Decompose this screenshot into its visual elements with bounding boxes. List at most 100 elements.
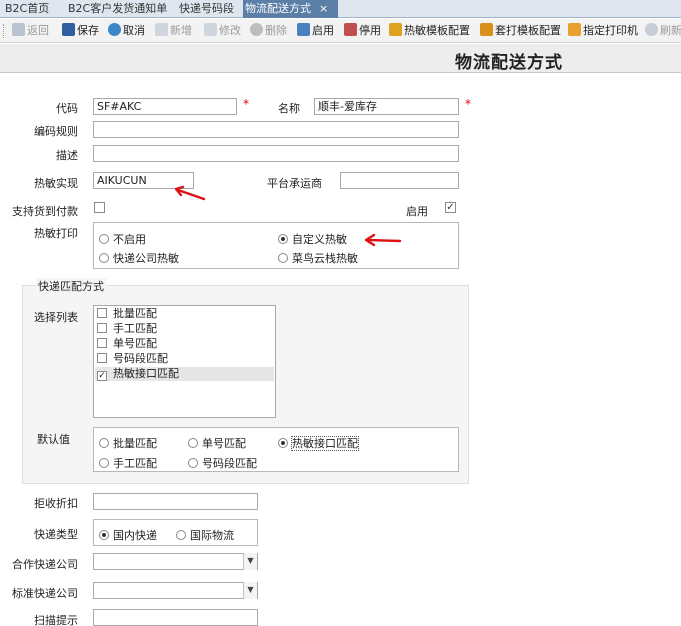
radio-thermal-disabled[interactable]: 不启用 xyxy=(99,231,146,247)
enable-button[interactable]: 启用 xyxy=(297,23,334,39)
radio-default-number-range[interactable]: 号码段匹配 xyxy=(188,455,257,471)
thermal-template-button[interactable]: 热敏模板配置 xyxy=(389,23,470,39)
add-button[interactable]: 新增 xyxy=(155,23,192,39)
thermal-print-label: 热敏打印 xyxy=(34,227,78,240)
save-icon xyxy=(62,23,75,36)
checkbox-icon[interactable] xyxy=(97,323,107,333)
radio-selected-icon xyxy=(278,234,288,244)
printer-icon xyxy=(568,23,581,36)
checkbox-checked-icon[interactable]: ✓ xyxy=(97,371,107,381)
name-label: 名称 xyxy=(278,102,300,115)
description-label: 描述 xyxy=(56,149,78,162)
list-item-single-number[interactable]: 单号匹配 xyxy=(95,337,274,351)
platform-carrier-input[interactable] xyxy=(340,172,459,189)
refresh-icon xyxy=(645,23,658,36)
express-type-group: 国内快递 国际物流 xyxy=(93,519,258,546)
select-list-label: 选择列表 xyxy=(34,311,78,324)
new-doc-icon xyxy=(155,23,168,36)
code-label: 代码 xyxy=(56,102,78,115)
radio-thermal-express[interactable]: 快递公司热敏 xyxy=(99,250,179,266)
checkbox-icon[interactable] xyxy=(97,353,107,363)
refresh-button[interactable]: 刷新 xyxy=(645,23,681,39)
express-type-label: 快递类型 xyxy=(34,528,78,541)
scan-hint-label: 扫描提示 xyxy=(34,614,78,626)
annotation-arrow xyxy=(364,233,402,247)
required-mark: * xyxy=(465,97,471,111)
annotation-arrow xyxy=(174,185,206,201)
coding-rule-label: 编码规则 xyxy=(34,125,78,138)
checkbox-icon[interactable] xyxy=(97,338,107,348)
standard-express-label: 标准快递公司 xyxy=(12,587,78,600)
list-item-thermal-interface[interactable]: ✓ 热敏接口匹配 xyxy=(95,367,274,381)
scan-hint-input[interactable] xyxy=(93,609,258,626)
radio-default-manual[interactable]: 手工匹配 xyxy=(99,455,157,471)
radio-icon xyxy=(99,253,109,263)
back-icon xyxy=(12,23,25,36)
description-input[interactable] xyxy=(93,145,459,162)
match-list[interactable]: 批量匹配 手工匹配 单号匹配 号码段匹配 ✓ 热敏接口匹配 xyxy=(93,305,276,418)
tab-label: 物流配送方式 xyxy=(245,2,311,15)
list-item-number-range[interactable]: 号码段匹配 xyxy=(95,352,274,366)
radio-thermal-custom[interactable]: 自定义热敏 xyxy=(278,231,347,247)
required-mark: * xyxy=(243,97,249,111)
chevron-down-icon[interactable]: ▼ xyxy=(243,553,257,570)
radio-icon xyxy=(99,438,109,448)
reject-discount-label: 拒收折扣 xyxy=(34,497,78,510)
list-item-batch[interactable]: 批量匹配 xyxy=(95,307,274,321)
radio-icon xyxy=(99,458,109,468)
printer-button[interactable]: 指定打印机 xyxy=(568,23,638,39)
cod-checkbox[interactable] xyxy=(94,202,105,213)
save-button[interactable]: 保存 xyxy=(62,23,99,39)
radio-selected-icon xyxy=(278,438,288,448)
reject-discount-input[interactable] xyxy=(93,493,258,510)
tab-logistics-delivery-method[interactable]: 物流配送方式 × xyxy=(243,0,338,18)
close-icon[interactable]: × xyxy=(319,2,328,15)
delete-button[interactable]: 删除 xyxy=(250,23,287,39)
title-bar: 物流配送方式 xyxy=(0,44,681,73)
radio-icon xyxy=(278,253,288,263)
enable-icon xyxy=(297,23,310,36)
radio-default-batch[interactable]: 批量匹配 xyxy=(99,435,157,451)
thermal-impl-label: 热敏实现 xyxy=(34,177,78,190)
code-input[interactable]: SF#AKC xyxy=(93,98,237,115)
tab-b2c-delivery-notice[interactable]: B2C客户发货通知单 xyxy=(66,0,169,18)
disable-button[interactable]: 停用 xyxy=(344,23,381,39)
enabled-label: 启用 xyxy=(406,205,428,218)
undo-icon xyxy=(108,23,121,36)
overprint-template-button[interactable]: 套打模板配置 xyxy=(480,23,561,39)
match-method-title: 快递匹配方式 xyxy=(36,278,106,294)
partner-express-select[interactable] xyxy=(93,553,258,570)
coding-rule-input[interactable] xyxy=(93,121,459,138)
toolbar-grip[interactable] xyxy=(3,24,5,38)
radio-default-thermal-interface[interactable]: 热敏接口匹配 xyxy=(278,435,359,451)
template-icon xyxy=(480,23,493,36)
tab-b2c-home[interactable]: B2C首页 xyxy=(3,0,51,18)
radio-thermal-cainiao[interactable]: 菜鸟云栈热敏 xyxy=(278,250,358,266)
radio-selected-icon xyxy=(99,530,109,540)
list-item-manual[interactable]: 手工匹配 xyxy=(95,322,274,336)
enabled-checkbox[interactable]: ✓ xyxy=(445,202,456,213)
radio-icon xyxy=(176,530,186,540)
chevron-down-icon[interactable]: ▼ xyxy=(243,582,257,599)
name-input[interactable]: 顺丰-爱库存 xyxy=(314,98,459,115)
thermal-print-group: 不启用 自定义热敏 快递公司热敏 菜鸟云栈热敏 xyxy=(93,222,459,269)
radio-international-logistics[interactable]: 国际物流 xyxy=(176,527,234,543)
template-icon xyxy=(389,23,402,36)
delete-icon xyxy=(250,23,263,36)
radio-default-single-number[interactable]: 单号匹配 xyxy=(188,435,246,451)
default-value-label: 默认值 xyxy=(37,433,70,446)
default-value-group: 批量匹配 单号匹配 热敏接口匹配 手工匹配 号码段匹配 xyxy=(93,427,459,472)
platform-carrier-label: 平台承运商 xyxy=(267,177,322,190)
radio-domestic-express[interactable]: 国内快递 xyxy=(99,527,157,543)
standard-express-select[interactable] xyxy=(93,582,258,599)
cancel-button[interactable]: 取消 xyxy=(108,23,145,39)
page-title: 物流配送方式 xyxy=(455,53,563,73)
back-button[interactable]: 返回 xyxy=(12,23,49,39)
toolbar: 返回 保存 取消 新增 修改 删除 启用 停用 热敏模板配置 套打模板配置 指定… xyxy=(0,19,681,43)
radio-icon xyxy=(99,234,109,244)
radio-icon xyxy=(188,438,198,448)
edit-button[interactable]: 修改 xyxy=(204,23,241,39)
checkbox-icon[interactable] xyxy=(97,308,107,318)
partner-express-label: 合作快递公司 xyxy=(12,558,78,571)
tab-express-number-range[interactable]: 快递号码段 xyxy=(177,0,236,18)
